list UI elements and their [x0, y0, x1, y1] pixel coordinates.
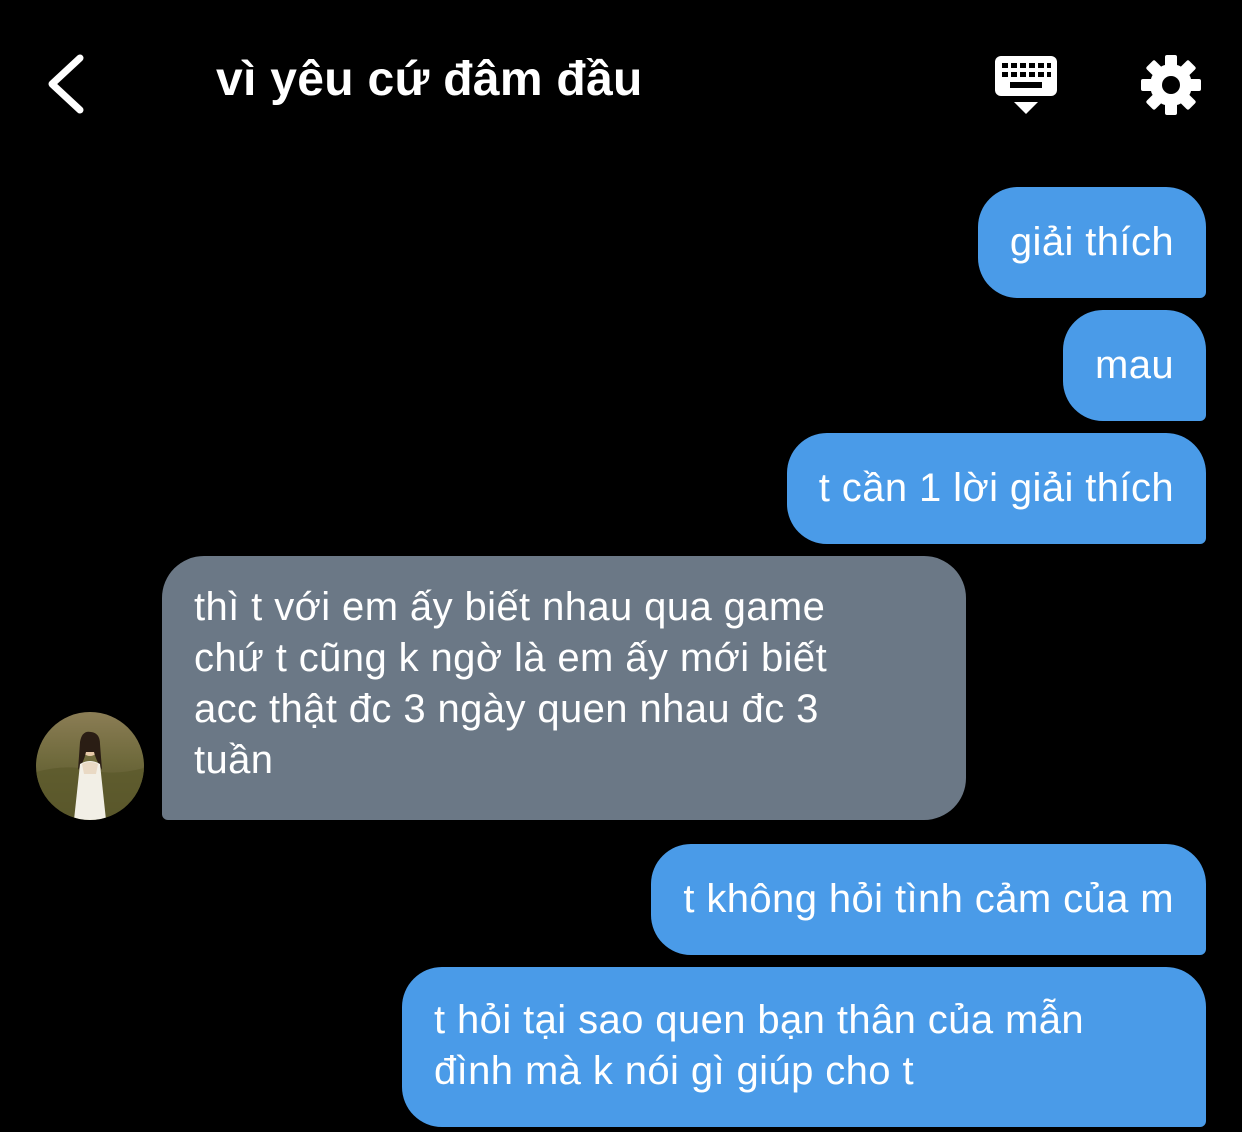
- message-bubble-sent[interactable]: mau: [1062, 310, 1206, 421]
- chevron-left-icon: [48, 54, 84, 114]
- keyboard-icon: [995, 56, 1057, 114]
- keyboard-button[interactable]: [990, 50, 1062, 120]
- avatar[interactable]: [36, 712, 144, 820]
- avatar-image: [36, 712, 144, 820]
- settings-button[interactable]: [1136, 50, 1206, 120]
- back-button[interactable]: [40, 48, 100, 120]
- chat-title: vì yêu cứ đâm đầu: [216, 53, 643, 106]
- message-bubble-sent[interactable]: giải thích: [977, 187, 1206, 298]
- message-bubble-sent[interactable]: t hỏi tại sao quen bạn thân của mẫn đình…: [402, 967, 1206, 1127]
- chat-header: vì yêu cứ đâm đầu: [0, 0, 1242, 170]
- message-bubble-sent[interactable]: t không hỏi tình cảm của m: [651, 844, 1206, 955]
- gear-icon: [1141, 55, 1201, 115]
- message-bubble-received[interactable]: thì t với em ấy biết nhau qua game chứ t…: [162, 556, 966, 820]
- message-bubble-sent[interactable]: t cần 1 lời giải thích: [786, 433, 1206, 544]
